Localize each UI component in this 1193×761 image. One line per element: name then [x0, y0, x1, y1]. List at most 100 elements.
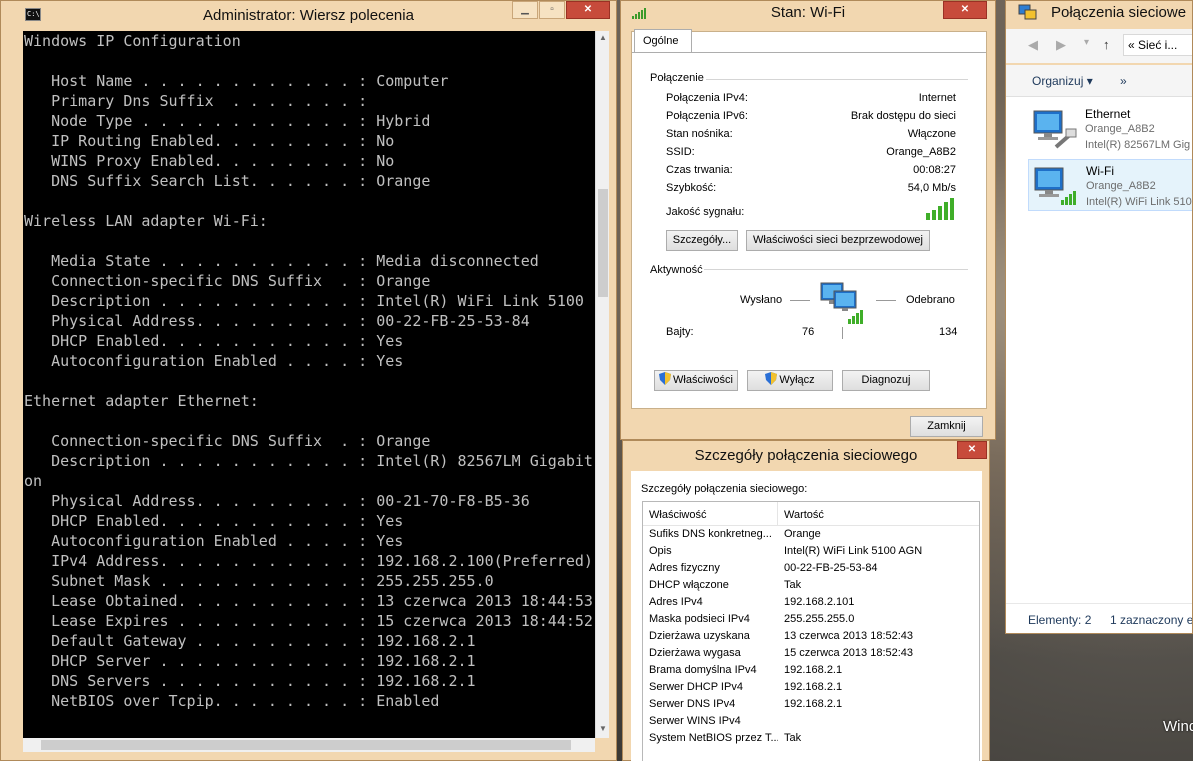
close-icon[interactable]: ✕	[566, 1, 610, 19]
disable-button[interactable]: Wyłącz	[747, 370, 833, 391]
scroll-down-icon[interactable]: ▼	[599, 724, 607, 733]
value-cell: 192.168.2.1	[784, 681, 843, 693]
connection-info-row: Połączenia IPv6: Brak dostępu do sieci	[666, 110, 956, 122]
console-line: DHCP Server . . . . . . . . . . . : 192.…	[24, 652, 476, 670]
details-button[interactable]: Szczegóły...	[666, 230, 738, 251]
info-value: Internet	[918, 92, 956, 104]
table-row[interactable]: System NetBIOS przez T... Tak	[643, 730, 979, 747]
wifi-status-window[interactable]: Stan: Wi-Fi ✕ Połączenie Połączenia IPv4…	[620, 0, 996, 440]
history-dropdown-icon[interactable]: ▾	[1084, 37, 1089, 48]
scroll-up-icon[interactable]: ▲	[599, 33, 607, 42]
connection-adapter: Intel(R) WiFi Link 510	[1086, 196, 1192, 208]
connection-item-ethernet[interactable]: Ethernet Orange_A8B2 Intel(R) 82567LM Gi…	[1028, 103, 1192, 155]
table-row[interactable]: Adres fizyczny 00-22-FB-25-53-84	[643, 560, 979, 577]
console-line: DNS Servers . . . . . . . . . . . : 192.…	[24, 672, 476, 690]
organize-button[interactable]: Organizuj ▾	[1032, 74, 1093, 88]
close-button[interactable]: Zamknij	[910, 416, 983, 437]
back-icon[interactable]: ◀	[1028, 37, 1038, 53]
table-row[interactable]: DHCP włączone Tak	[643, 577, 979, 594]
tab-general[interactable]: Ogólne	[634, 29, 692, 52]
up-icon[interactable]: ↑	[1103, 37, 1110, 52]
console-line: Description . . . . . . . . . . . : Inte…	[24, 452, 593, 470]
property-cell: Adres IPv4	[649, 596, 703, 608]
value-cell	[778, 713, 784, 730]
table-row[interactable]: Serwer DHCP IPv4 192.168.2.1	[643, 679, 979, 696]
status-bar: Elementy: 2 1 zaznaczony ele	[1006, 603, 1192, 633]
column-header-property[interactable]: Właściwość	[643, 502, 778, 525]
info-value: Brak dostępu do sieci	[850, 110, 956, 122]
value-cell: 13 czerwca 2013 18:52:43	[784, 630, 914, 642]
bytes-label: Bajty:	[666, 326, 694, 338]
wireless-properties-button[interactable]: Właściwości sieci bezprzewodowej	[746, 230, 930, 251]
navigation-bar: ◀ ▶ ▾ ↑ « Sieć i...	[1006, 29, 1192, 63]
sent-label: Wysłano	[740, 294, 783, 306]
properties-button[interactable]: Właściwości	[654, 370, 738, 391]
info-label: SSID:	[666, 146, 695, 158]
details-table[interactable]: Właściwość Wartość Sufiks DNS konkretneg…	[642, 501, 980, 761]
cmd-console[interactable]: Windows IP Configuration Host Name . . .…	[23, 31, 595, 738]
details-caption: Szczegóły połączenia sieciowego:	[641, 483, 808, 495]
cmd-window[interactable]: C:\ Administrator: Wiersz polecenia ▁ ▫ …	[0, 0, 617, 761]
property-cell: Sufiks DNS konkretneg...	[649, 528, 772, 540]
wifi-status-panel: Połączenie Połączenia IPv4: Internet Połąc…	[631, 29, 987, 409]
table-row[interactable]: Brama domyślna IPv4 192.168.2.1	[643, 662, 979, 679]
table-row[interactable]: Dzierżawa uzyskana 13 czerwca 2013 18:52:…	[643, 628, 979, 645]
divider	[706, 79, 968, 80]
console-line: DHCP Enabled. . . . . . . . . . . : Yes	[24, 332, 404, 350]
hscroll-thumb[interactable]	[41, 740, 571, 750]
bytes-divider	[842, 327, 843, 339]
group-connection-label: Połączenie	[650, 72, 704, 84]
console-line: DNS Suffix Search List. . . . . . : Oran…	[24, 172, 431, 190]
connection-item-wifi[interactable]: Wi-Fi Orange_A8B2 Intel(R) WiFi Link 510	[1028, 159, 1192, 211]
info-label: Szybkość:	[666, 182, 717, 194]
console-line: Connection-specific DNS Suffix . : Orang…	[24, 272, 431, 290]
value-cell: Tak	[784, 732, 802, 744]
console-line: Autoconfiguration Enabled . . . . : Yes	[24, 352, 404, 370]
table-row[interactable]: Sufiks DNS konkretneg... Orange	[643, 526, 979, 543]
value-cell: 192.168.2.1	[784, 698, 843, 710]
connection-network: Orange_A8B2	[1086, 180, 1156, 192]
table-row[interactable]: Maska podsieci IPv4 255.255.255.0	[643, 611, 979, 628]
cmd-horizontal-scrollbar[interactable]	[23, 738, 595, 752]
column-header-value[interactable]: Wartość	[778, 502, 830, 525]
close-icon[interactable]: ✕	[943, 1, 987, 19]
minimize-icon[interactable]: ▁	[512, 1, 538, 19]
table-row[interactable]: Serwer DNS IPv4 192.168.2.1	[643, 696, 979, 713]
table-row[interactable]: Dzierżawa wygasa 15 czerwca 2013 18:52:43	[643, 645, 979, 662]
info-label: Połączenia IPv4:	[666, 92, 748, 104]
wifi-status-title: Stan: Wi-Fi	[770, 4, 846, 21]
console-line: Host Name . . . . . . . . . . . . : Comp…	[24, 72, 449, 90]
table-row[interactable]: Opis Intel(R) WiFi Link 5100 AGN	[643, 543, 979, 560]
uac-shield-icon	[765, 372, 778, 385]
info-label: Stan nośnika:	[666, 128, 733, 140]
more-commands-button[interactable]: »	[1120, 74, 1127, 88]
connection-network: Orange_A8B2	[1085, 123, 1155, 135]
console-line: IP Routing Enabled. . . . . . . . : No	[24, 132, 395, 150]
connection-info-row: SSID: Orange_A8B2	[666, 146, 956, 158]
info-value: Włączone	[907, 128, 956, 140]
connection-details-window[interactable]: Szczegóły połączenia sieciowego ✕ Szczeg…	[622, 440, 990, 761]
table-row[interactable]: Serwer WINS IPv4	[643, 713, 979, 730]
scroll-thumb[interactable]	[598, 189, 608, 297]
properties-button-label: Właściwości	[673, 374, 733, 386]
desktop-label: Wind	[1163, 718, 1193, 735]
network-computers-icon	[820, 282, 863, 324]
details-window-buttons: ✕	[957, 441, 987, 459]
disable-button-label: Wyłącz	[779, 374, 815, 386]
connection-info-row: Połączenia IPv4: Internet	[666, 92, 956, 104]
address-bar[interactable]: « Sieć i...	[1123, 34, 1192, 56]
forward-icon[interactable]: ▶	[1056, 37, 1066, 53]
cmd-titlebar[interactable]: C:\ Administrator: Wiersz polecenia ▁ ▫ …	[1, 1, 616, 29]
cmd-vertical-scrollbar[interactable]: ▲ ▼	[595, 31, 609, 738]
value-cell: 00-22-FB-25-53-84	[784, 562, 878, 574]
close-icon[interactable]: ✕	[957, 441, 987, 459]
ethernet-adapter-icon	[1033, 110, 1077, 149]
maximize-icon[interactable]: ▫	[539, 1, 565, 19]
property-cell: Dzierżawa uzyskana	[649, 630, 750, 642]
sent-line	[790, 300, 810, 301]
diagnose-button[interactable]: Diagnozuj	[842, 370, 930, 391]
property-cell: Serwer DHCP IPv4	[649, 681, 743, 693]
network-connections-window[interactable]: Połączenia sieciowe ◀ ▶ ▾ ↑ « Sieć i... …	[1005, 0, 1193, 634]
table-row[interactable]: Adres IPv4 192.168.2.101	[643, 594, 979, 611]
